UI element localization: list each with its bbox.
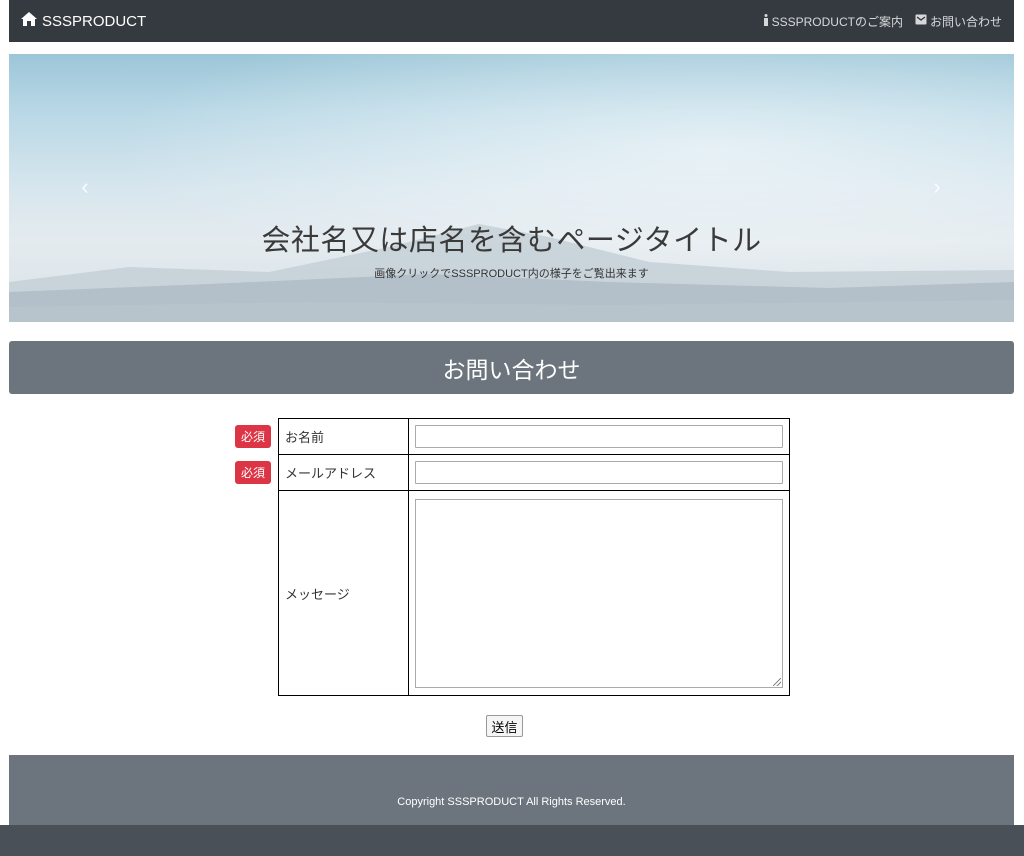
section-title: お問い合わせ	[442, 356, 581, 383]
carousel-prev-button[interactable]: ‹	[75, 174, 95, 200]
nav-link-contact[interactable]: お問い合わせ	[915, 13, 1002, 30]
nav-link-about[interactable]: SSSPRODUCTのご案内	[763, 13, 903, 30]
message-textarea[interactable]	[415, 498, 783, 688]
top-navbar: SSSPRODUCT SSSPRODUCTのご案内 お問い合わせ	[9, 0, 1014, 42]
envelope-icon	[915, 14, 927, 28]
footer-copyright: Copyright SSSPRODUCT All Rights Reserved…	[397, 796, 626, 808]
field-label-email: メールアドレス	[278, 454, 409, 491]
form-row-email: メールアドレス	[278, 454, 790, 491]
section-heading: お問い合わせ	[9, 341, 1014, 394]
nav-link-contact-label: お問い合わせ	[929, 14, 1002, 29]
chevron-left-icon: ‹	[81, 174, 89, 199]
name-input[interactable]	[415, 425, 783, 448]
contact-form-table: お名前 メールアドレス メッセージ	[278, 418, 790, 696]
nav-link-about-label: SSSPRODUCTのご案内	[771, 14, 903, 29]
home-icon	[21, 12, 37, 30]
carousel-next-button[interactable]: ›	[927, 174, 947, 200]
form-row-message: メッセージ	[278, 490, 790, 696]
brand-link[interactable]: SSSPRODUCT	[21, 12, 146, 30]
form-row-name: お名前	[278, 418, 790, 455]
field-label-name: お名前	[278, 418, 409, 455]
hero-title: 会社名又は店名を含むページタイトル	[261, 225, 762, 257]
field-cell-name	[408, 418, 790, 455]
brand-name: SSSPRODUCT	[42, 12, 147, 30]
chevron-right-icon: ›	[933, 174, 941, 199]
resize-grip-icon[interactable]	[773, 677, 781, 686]
required-badge-email: 必須	[235, 461, 271, 484]
hero-caption: 会社名又は店名を含むページタイトル 画像クリックでSSSPRODUCT内の様子を…	[9, 217, 1014, 281]
required-badge-name: 必須	[235, 425, 271, 448]
field-cell-message	[408, 490, 790, 696]
email-input[interactable]	[415, 461, 783, 484]
hero-subtitle: 画像クリックでSSSPRODUCT内の様子をご覧出来ます	[374, 268, 649, 280]
field-label-message: メッセージ	[278, 490, 409, 696]
field-cell-email	[408, 454, 790, 491]
nav-links: SSSPRODUCTのご案内 お問い合わせ	[763, 13, 1002, 30]
footer-bottom-bar	[0, 825, 1024, 856]
footer: Copyright SSSPRODUCT All Rights Reserved…	[9, 755, 1014, 825]
info-icon	[763, 13, 769, 29]
submit-button[interactable]: 送信	[486, 715, 523, 737]
hero-carousel[interactable]: ‹ › 会社名又は店名を含むページタイトル 画像クリックでSSSPRODUCT内…	[9, 54, 1014, 322]
